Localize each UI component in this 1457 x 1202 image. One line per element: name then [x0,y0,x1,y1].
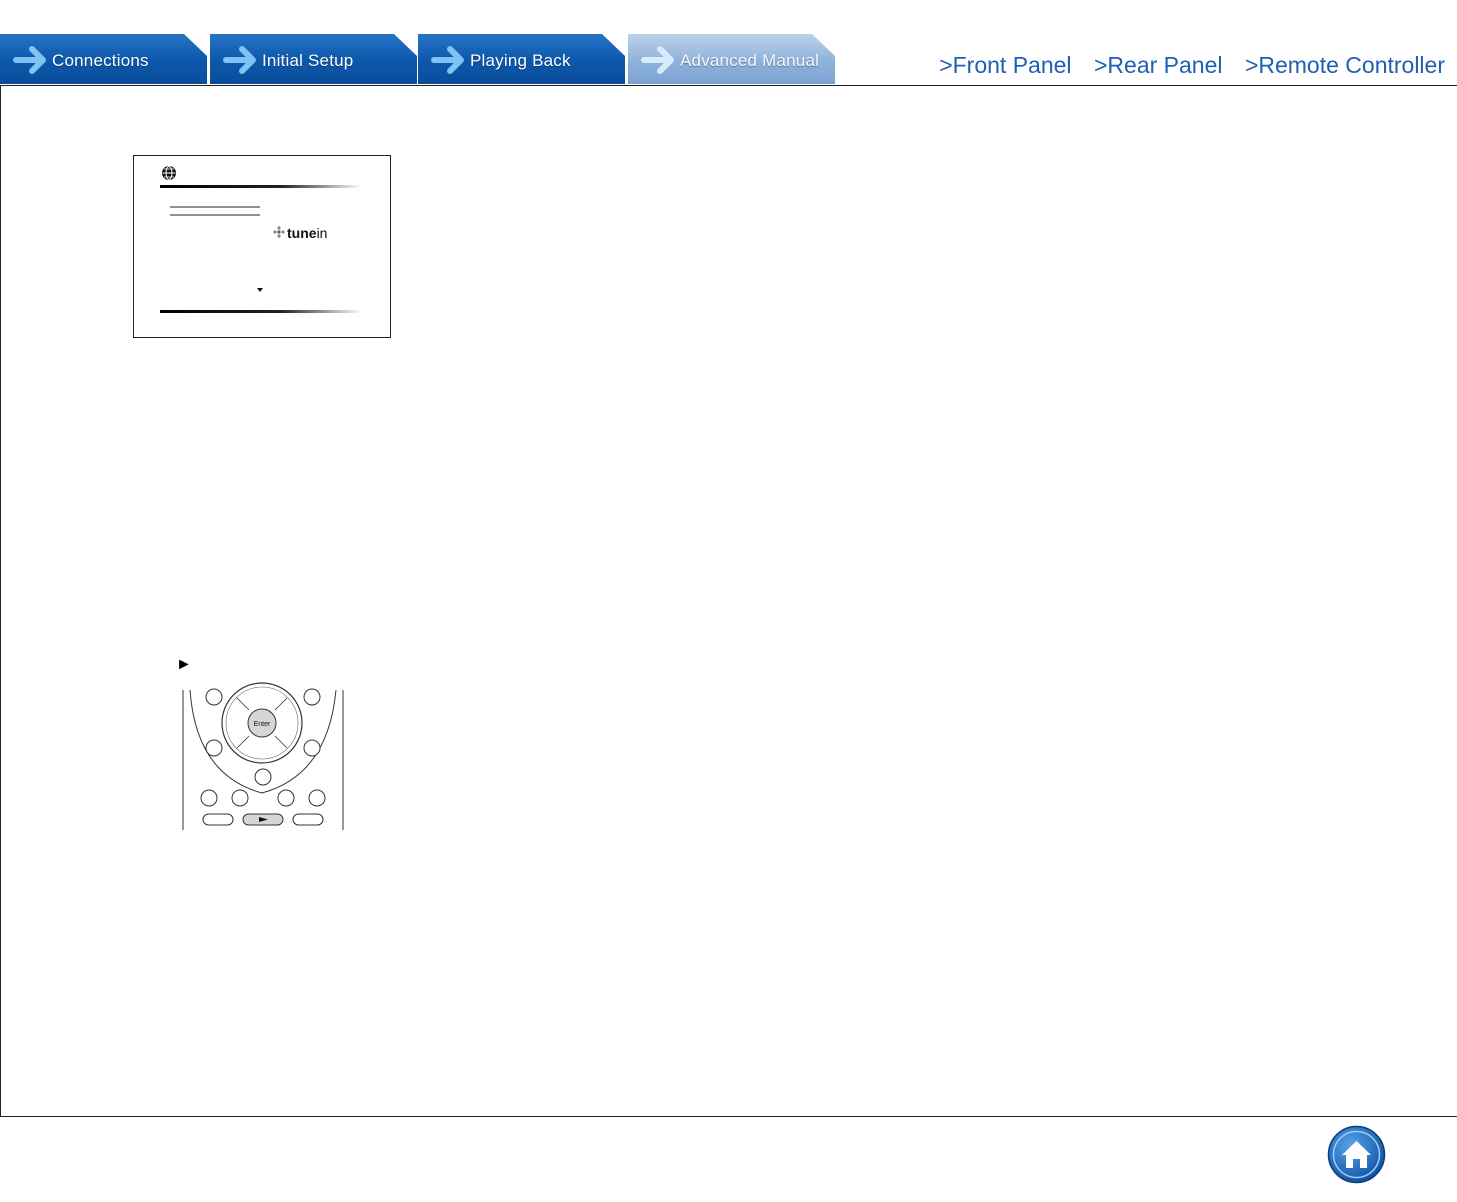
nav-links: >Front Panel >Rear Panel >Remote Control… [921,52,1445,79]
tab-label: Connections [52,51,149,70]
arrow-right-icon [223,46,256,74]
tv-screen-illustration: tunein [133,155,391,338]
tab-playing-back[interactable]: Playing Back [418,34,625,84]
front-panel-link[interactable]: >Front Panel [939,52,1071,78]
header-divider [160,185,362,188]
enter-label: Enter [254,721,271,728]
tunein-logo: tunein [273,225,327,241]
arrow-right-icon [431,46,464,74]
arrow-right-icon [13,46,46,74]
tab-connections[interactable]: Connections [0,34,207,84]
tab-bar: Connections Initial Setup Playing Back A… [0,34,840,86]
tab-label: Initial Setup [262,51,354,70]
tab-initial-setup[interactable]: Initial Setup [210,34,417,84]
arrow-right-icon [641,46,674,74]
tab-label: Playing Back [470,51,571,70]
footer-divider [160,310,362,313]
svg-text:tunein: tunein [287,225,327,241]
tunein-light: in [317,225,328,241]
home-button[interactable] [1327,1125,1386,1184]
globe-icon [162,166,176,180]
tab-label: Advanced Manual [680,51,820,70]
remote-drawing: Enter [182,682,344,830]
remote-controller-link[interactable]: >Remote Controller [1245,52,1445,78]
tab-advanced-manual[interactable]: Advanced Manual [628,34,835,84]
rear-panel-link[interactable]: >Rear Panel [1094,52,1223,78]
screen-drawing: tunein [160,166,362,313]
remote-illustration: Enter [176,655,351,835]
tunein-bold: tune [287,225,317,241]
scroll-down-arrow-icon [257,288,263,292]
home-icon [1327,1125,1386,1184]
